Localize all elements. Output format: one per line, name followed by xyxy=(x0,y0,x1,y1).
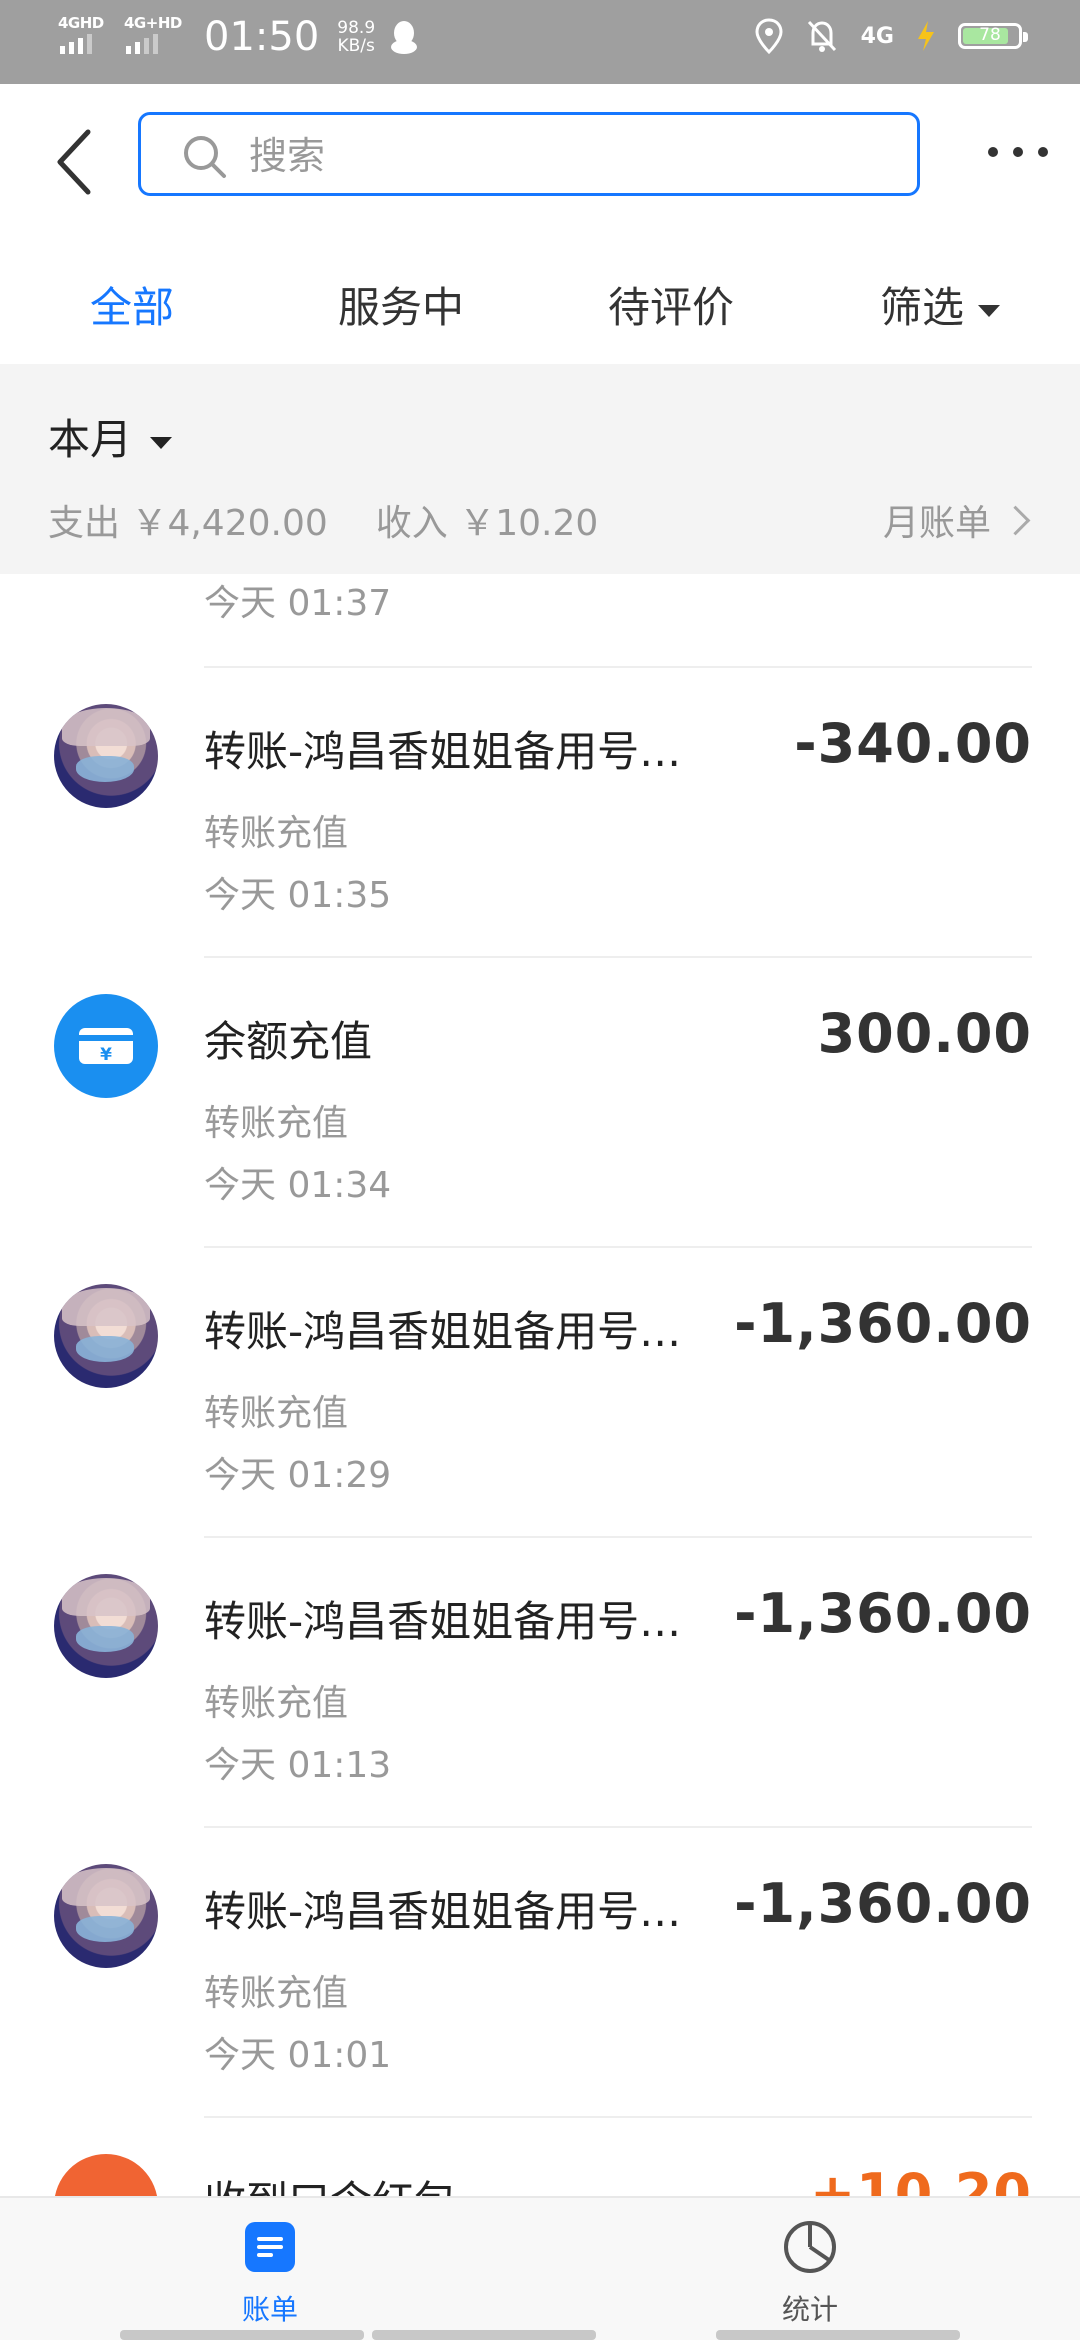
avatar xyxy=(54,1284,158,1388)
transaction-amount: -1,360.00 xyxy=(734,1582,1032,1645)
location-icon xyxy=(755,18,783,54)
nav-stats[interactable]: 统计 xyxy=(730,2218,890,2328)
transaction-amount: 300.00 xyxy=(817,1002,1032,1065)
transaction-amount: -340.00 xyxy=(794,712,1032,775)
transaction-title: 转账-鸿昌香姐姐备用号… xyxy=(204,1887,682,1936)
sim2-label: 4G+HD xyxy=(124,14,182,32)
transaction-row[interactable]: 转账-鸿昌香姐姐备用号… -1,360.00 转账充值 今天 01:01 xyxy=(0,1828,1080,2118)
transaction-amount: -1,360.00 xyxy=(734,1292,1032,1355)
avatar xyxy=(54,1864,158,1968)
bottom-nav: 账单 统计 xyxy=(0,2196,1080,2340)
status-bar: 4GHD 4G+HD 01:50 98.9 KB/s 4G 78 xyxy=(0,0,1080,84)
month-selector[interactable]: 本月 xyxy=(48,406,173,467)
tab-all[interactable]: 全部 xyxy=(90,274,174,335)
network-speed: 98.9 KB/s xyxy=(337,19,375,55)
red-packet-icon xyxy=(54,2154,158,2196)
avatar xyxy=(54,704,158,808)
transaction-list[interactable]: 今天 01:37 转账-鸿昌香姐姐备用号… -340.00 转账充值 今天 01… xyxy=(0,574,1080,2196)
nav-bill[interactable]: 账单 xyxy=(190,2218,350,2328)
tab-filter-label: 筛选 xyxy=(880,283,965,332)
tab-all-label: 全部 xyxy=(90,283,175,332)
month-income: 收入 ￥10.20 xyxy=(375,503,599,544)
caret-down-icon xyxy=(978,304,1001,317)
month-selector-label: 本月 xyxy=(48,415,133,464)
caret-down-icon xyxy=(150,436,173,449)
monthly-bill-label: 月账单 xyxy=(882,503,991,544)
home-indicator xyxy=(716,2330,960,2340)
tab-filter[interactable]: 筛选 xyxy=(880,274,1001,335)
monthly-bill-link[interactable]: 月账单 xyxy=(882,494,1031,546)
sim2-signal-icon: 4G+HD xyxy=(124,14,182,60)
sim1-label: 4GHD xyxy=(58,14,104,32)
pie-chart-icon xyxy=(784,2221,836,2273)
nav-bill-label: 账单 xyxy=(241,2293,298,2326)
transaction-time: 今天 01:13 xyxy=(204,1745,392,1786)
tab-in-service-label: 服务中 xyxy=(338,283,465,332)
transaction-title: 余额充值 xyxy=(204,1017,373,1066)
search-box[interactable] xyxy=(138,112,920,196)
transaction-row[interactable]: 转账-鸿昌香姐姐备用号… -340.00 转账充值 今天 01:35 xyxy=(0,668,1080,958)
battery-level: 78 xyxy=(979,25,1001,45)
search-input[interactable] xyxy=(247,125,891,187)
transaction-row[interactable]: 转账-鸿昌香姐姐备用号… -1,360.00 转账充值 今天 01:13 xyxy=(0,1538,1080,1828)
battery-icon: 78 xyxy=(958,23,1028,49)
transaction-title: 转账-鸿昌香姐姐备用号… xyxy=(204,1597,682,1646)
network-speed-unit: KB/s xyxy=(337,36,375,56)
wallet-icon: ¥ xyxy=(54,994,158,1098)
top-header: 全部 服务中 待评价 筛选 xyxy=(0,84,1080,364)
tab-pending-review-label: 待评价 xyxy=(608,283,735,332)
transaction-subtitle: 转账充值 xyxy=(204,813,349,854)
sim1-signal-icon: 4GHD xyxy=(58,14,110,60)
transaction-title: 转账-鸿昌香姐姐备用号… xyxy=(204,1307,682,1356)
bill-icon xyxy=(245,2222,295,2272)
tab-pending-review[interactable]: 待评价 xyxy=(608,274,734,335)
charging-icon xyxy=(918,21,934,51)
avatar xyxy=(54,1574,158,1678)
transaction-time: 今天 01:35 xyxy=(204,875,392,916)
transaction-title: 收到口令红包 xyxy=(204,2168,456,2196)
list-item-time: 今天 01:37 xyxy=(204,583,392,624)
transaction-time: 今天 01:34 xyxy=(204,1165,392,1206)
nav-stats-label: 统计 xyxy=(781,2293,838,2326)
network-type: 4G xyxy=(860,23,894,49)
transaction-amount: -1,360.00 xyxy=(734,1872,1032,1935)
transaction-amount: +10.20 xyxy=(809,2162,1032,2196)
transaction-subtitle: 转账充值 xyxy=(204,1973,349,2014)
chevron-right-icon xyxy=(1000,505,1031,535)
qq-icon xyxy=(391,21,418,54)
transaction-subtitle: 转账充值 xyxy=(204,1393,349,1434)
status-bar-right: 4G 78 xyxy=(755,18,1028,54)
month-expense: 支出 ￥4,420.00 xyxy=(48,503,328,544)
more-menu-icon[interactable] xyxy=(988,142,1048,162)
month-summary-bar: 本月 支出 ￥4,420.00 收入 ￥10.20 月账单 xyxy=(0,364,1080,574)
back-arrow-icon[interactable] xyxy=(48,122,108,202)
transaction-row[interactable]: ¥ 余额充值 300.00 转账充值 今天 01:34 xyxy=(0,958,1080,1248)
transaction-row[interactable]: 转账-鸿昌香姐姐备用号… -1,360.00 转账充值 今天 01:29 xyxy=(0,1248,1080,1538)
transaction-row[interactable]: 收到口令红包 +10.20 xyxy=(0,2118,1080,2196)
transaction-time: 今天 01:29 xyxy=(204,1455,392,1496)
status-bar-left: 4GHD 4G+HD 01:50 98.9 KB/s xyxy=(58,14,419,60)
network-speed-value: 98.9 xyxy=(337,18,376,38)
transaction-subtitle: 转账充值 xyxy=(204,1683,349,1724)
svg-text:¥: ¥ xyxy=(100,1045,112,1065)
filter-tabs: 全部 服务中 待评价 筛选 xyxy=(0,254,1080,354)
transaction-time: 今天 01:01 xyxy=(204,2035,392,2076)
transaction-title: 转账-鸿昌香姐姐备用号… xyxy=(204,727,682,776)
home-indicator xyxy=(372,2330,596,2340)
tab-in-service[interactable]: 服务中 xyxy=(338,274,464,335)
clock: 01:50 xyxy=(204,14,320,60)
month-stats: 支出 ￥4,420.00 收入 ￥10.20 xyxy=(48,494,598,546)
home-indicator xyxy=(120,2330,364,2340)
bell-off-icon xyxy=(807,20,836,52)
search-icon xyxy=(184,136,226,178)
transaction-subtitle: 转账充值 xyxy=(204,1103,349,1144)
